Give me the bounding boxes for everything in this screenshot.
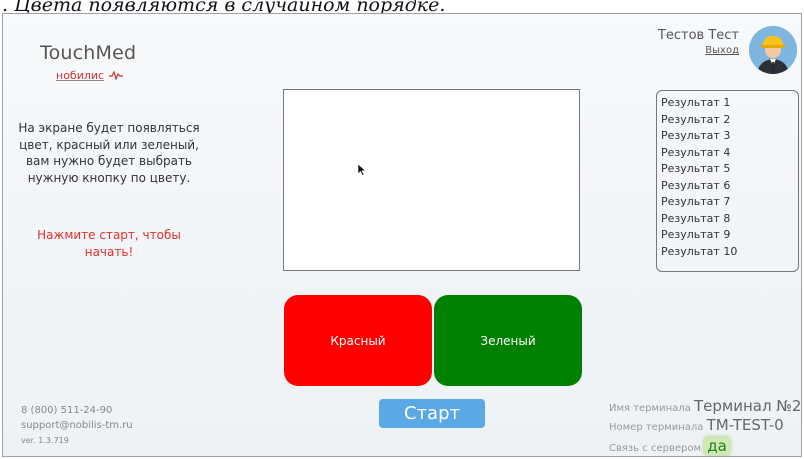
result-item: Результат 2 bbox=[661, 112, 731, 126]
result-item: Результат 6 bbox=[661, 178, 731, 192]
result-item: Результат 7 bbox=[661, 195, 731, 208]
server-status-label: Связь с сервером bbox=[609, 443, 702, 454]
app-version: ver. 1.3.719 bbox=[21, 436, 69, 445]
app-window: TouchMed нобилис На экране будет появлят… bbox=[2, 13, 802, 457]
logout-link[interactable]: Выход bbox=[623, 45, 739, 56]
result-item: Результат 1 bbox=[661, 96, 731, 109]
terminal-name: Имя терминала Терминал №2 bbox=[609, 397, 801, 415]
terminal-number-value: TM-TEST-0 bbox=[706, 416, 784, 434]
logo: TouchMed нобилис bbox=[40, 42, 136, 83]
worker-hardhat-icon bbox=[749, 26, 797, 74]
terminal-number-label: Номер терминала bbox=[609, 422, 704, 433]
terminal-name-value: Терминал №2 bbox=[693, 397, 802, 415]
result-item: Результат 10 bbox=[661, 244, 738, 258]
result-item: Результат 8 bbox=[661, 211, 731, 225]
instructions-text: На экране будет появляться цвет, красный… bbox=[18, 121, 200, 185]
logo-sub: нобилис bbox=[56, 69, 105, 82]
terminal-name-label: Имя терминала bbox=[609, 403, 691, 414]
result-item: Результат 4 bbox=[661, 145, 731, 159]
caption: . Цвета появляются в случайном порядке. bbox=[2, 0, 446, 16]
start-prompt: Нажмите старт, чтобы начать! bbox=[37, 228, 181, 259]
heartbeat-icon bbox=[109, 69, 124, 80]
result-item: Результат 3 bbox=[661, 129, 731, 142]
red-button[interactable]: Красный bbox=[284, 295, 432, 386]
green-button[interactable]: Зеленый bbox=[434, 295, 582, 386]
terminal-number: Номер терминала TM-TEST-0 bbox=[609, 416, 784, 434]
server-status: Связь с сервером да bbox=[609, 437, 730, 455]
mouse-pointer-icon bbox=[358, 164, 366, 176]
result-item: Результат 9 bbox=[661, 228, 731, 241]
user-name: Тестов Тест bbox=[657, 28, 739, 43]
logo-brand: TouchMed bbox=[40, 42, 137, 64]
support-email: support@nobilis-tm.ru bbox=[21, 420, 133, 431]
server-status-badge: да bbox=[704, 437, 730, 455]
color-display bbox=[283, 89, 580, 271]
result-item: Результат 5 bbox=[661, 162, 731, 175]
results-list: Результат 1 Результат 2 Результат 3 Резу… bbox=[656, 90, 799, 272]
support-phone: 8 (800) 511-24-90 bbox=[21, 405, 113, 416]
start-button[interactable]: Старт bbox=[379, 399, 485, 428]
